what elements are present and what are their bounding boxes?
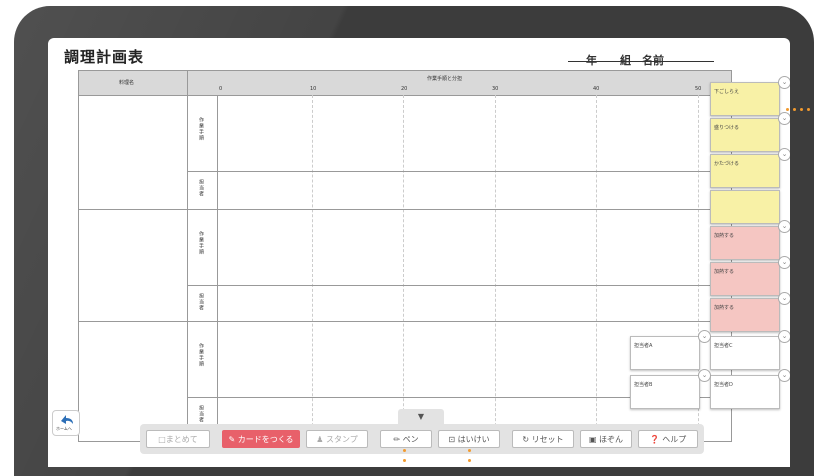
person-card-c[interactable]: 担当者C [710,336,780,370]
chevron-down-icon[interactable]: ⌄ [698,330,711,343]
callout-dot [403,449,406,452]
tick-label: 0 [219,86,223,92]
chevron-down-icon[interactable]: ⌄ [778,76,790,89]
bottom-toolbar: □まとめて ✎ カードをつくる ♟ スタンプ ✏ ペン ⊡ はいけい ↻ リセッ… [140,424,704,454]
person-card-a[interactable]: 担当者A [630,336,700,370]
reset-label: リセット [531,435,564,444]
person-card-d[interactable]: 担当者D [710,375,780,409]
home-label: ホームへ [56,426,72,431]
card-cleanup[interactable]: かたづける [710,154,780,188]
reset-button[interactable]: ↻ リセット [512,430,574,448]
person-row-label: 担当者 [198,405,204,423]
card-prep[interactable]: 下ごしらえ [710,82,780,116]
callout-dot [468,459,471,462]
name-label: 名前 [642,54,664,67]
dish-separator [79,321,731,322]
make-card-label: カードをつくる [237,435,294,444]
tick-label: 30 [492,86,499,92]
person-row-label: 担当者 [198,293,204,311]
time-gridline [596,95,597,441]
summary-button[interactable]: □まとめて [146,430,210,448]
background-button[interactable]: ⊡ はいけい [438,430,500,448]
save-button[interactable]: ▣ ほぞん [580,430,632,448]
row-separator [187,285,731,286]
time-gridline [403,95,404,441]
reset-icon: ↻ [522,435,530,444]
back-arrow-icon [61,415,73,424]
chevron-down-icon[interactable]: ⌄ [778,330,790,343]
help-label: ヘルプ [662,435,687,444]
pen-button[interactable]: ✏ ペン [380,430,432,448]
stamp-icon: ♟ [316,435,324,444]
background-label: はいけい [457,435,490,444]
dish-name-header: 料理名 [119,80,135,86]
card-plating[interactable]: 盛りつける [710,118,780,152]
chevron-down-icon[interactable]: ⌄ [778,220,790,233]
tick-label: 20 [401,86,408,92]
chevron-down-icon[interactable]: ⌄ [778,369,790,382]
year-label: 年 [586,54,597,67]
name-underline [568,61,714,62]
pen-label: ペン [402,435,419,444]
chevron-down-icon[interactable]: ⌄ [698,369,711,382]
home-button[interactable]: ホームへ [52,410,80,436]
help-button[interactable]: ❓ ヘルプ [638,430,698,448]
card-heat[interactable]: 加熱する [710,226,780,260]
pen-icon: ✏ [393,435,401,444]
callout-dot [786,108,789,111]
card-blank[interactable] [710,190,780,224]
tick-label: 50 [695,86,702,92]
background-icon: ⊡ [448,435,456,444]
help-icon: ❓ [649,435,660,444]
class-label: 組 [620,54,631,67]
toolbar-toggle-tab[interactable]: ▼ [398,409,444,424]
time-gridline [312,95,313,441]
tick-label: 10 [310,86,317,92]
page-title: 調理計画表 [64,48,145,66]
card-heat[interactable]: 加熱する [710,298,780,332]
edit-icon: ✎ [228,435,236,444]
callout-dot [807,108,810,111]
chevron-down-icon: ▼ [417,412,425,421]
time-gridline [495,95,496,441]
make-card-button[interactable]: ✎ カードをつくる [222,430,300,448]
row-separator [187,171,731,172]
card-heat[interactable]: 加熱する [710,262,780,296]
stamp-label: スタンプ [325,435,358,444]
dish-separator [79,209,731,210]
label-column-divider [217,95,218,441]
stamp-button[interactable]: ♟ スタンプ [306,430,368,448]
chevron-down-icon[interactable]: ⌄ [778,112,790,125]
steps-row-label: 作業手順 [198,231,204,255]
save-icon: ▣ [588,435,597,444]
chevron-down-icon[interactable]: ⌄ [778,292,790,305]
callout-dot [403,459,406,462]
steps-row-label: 作業手順 [198,117,204,141]
chevron-down-icon[interactable]: ⌄ [778,148,790,161]
timeline-header: 作業手順と分担 [427,76,463,82]
app-screen: 調理計画表 年 組 名前 料理名 作業手順と分担 0 10 20 30 40 5… [48,38,790,467]
person-card-b[interactable]: 担当者B [630,375,700,409]
chevron-down-icon[interactable]: ⌄ [778,256,790,269]
person-row-label: 担当者 [198,179,204,197]
table-header [79,71,731,96]
callout-dot [800,108,803,111]
save-label: ほぞん [599,435,624,444]
callout-dot [468,449,471,452]
tick-label: 40 [593,86,600,92]
dish-column-divider [187,71,188,441]
steps-row-label: 作業手順 [198,343,204,367]
callout-dot [793,108,796,111]
